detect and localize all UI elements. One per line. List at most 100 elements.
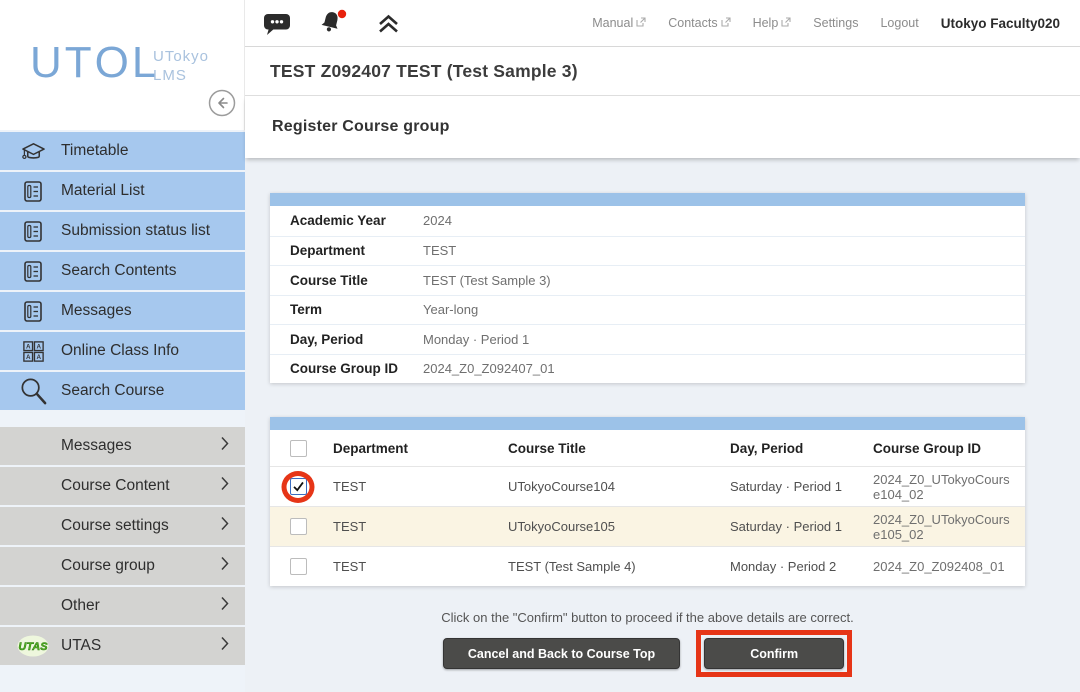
magnifier-icon (14, 376, 52, 407)
content-area: Academic Year2024DepartmentTESTCourse Ti… (245, 159, 1080, 692)
cell-department: TEST (326, 479, 508, 494)
cell-department: TEST (326, 559, 508, 574)
sidebar-item-label: Online Class Info (61, 342, 179, 360)
sidebar-item-search-course[interactable]: Search Course (0, 372, 245, 410)
detail-label: Course Group ID (270, 361, 423, 376)
chevron-right-icon (221, 477, 229, 496)
course-details-table: Academic Year2024DepartmentTESTCourse Ti… (270, 193, 1025, 383)
action-buttons: Cancel and Back to Course Top Confirm (270, 630, 1025, 677)
sidebar-item-timetable[interactable]: Timetable (0, 132, 245, 170)
checkbox-wrap (290, 478, 307, 495)
detail-label: Department (270, 243, 423, 258)
clipboard-icon (14, 259, 52, 284)
cell-course-group-id: 2024_Z0_UTokyoCourse105_02 (873, 512, 1025, 542)
sidebar-item-label: Timetable (61, 142, 128, 160)
sidebar-item-course-content[interactable]: Course Content (0, 467, 245, 505)
cell-day-period: Saturday · Period 1 (730, 519, 873, 534)
sidebar-item-messages[interactable]: Messages (0, 292, 245, 330)
column-header: Department (326, 441, 508, 456)
external-link-icon (636, 16, 646, 30)
topbar-link-settings[interactable]: Settings (813, 16, 858, 30)
grid-people-icon: AAAA (14, 339, 52, 364)
cell-course-group-id: 2024_Z0_Z092408_01 (873, 559, 1025, 574)
register-heading-bar: Register Course group (245, 96, 1080, 158)
svg-text:A: A (25, 354, 30, 361)
row-checkbox[interactable] (290, 558, 307, 575)
sidebar-item-label: Messages (61, 302, 132, 320)
detail-label: Day, Period (270, 332, 423, 347)
table-accent-bar (270, 417, 1025, 430)
clipboard-icon (14, 179, 52, 204)
sidebar-item-label: Course group (61, 557, 155, 575)
table-accent-bar (270, 193, 1025, 206)
clipboard-icon (14, 299, 52, 324)
notification-bell-icon[interactable] (318, 9, 350, 37)
svg-text:A: A (36, 354, 41, 361)
collapse-up-icon[interactable] (376, 13, 401, 34)
confirm-button[interactable]: Confirm (704, 638, 844, 669)
table-row: TESTUTokyoCourse105Saturday · Period 120… (270, 506, 1025, 546)
chevron-right-icon (221, 557, 229, 576)
checkbox-cell (270, 467, 326, 506)
detail-value: 2024_Z0_Z092407_01 (423, 361, 555, 376)
sidebar-item-messages[interactable]: Messages (0, 427, 245, 465)
utas-icon: UTAS (14, 634, 52, 658)
detail-label: Academic Year (270, 213, 423, 228)
topbar-link-contacts[interactable]: Contacts (668, 16, 730, 30)
topbar-link-manual[interactable]: Manual (592, 16, 646, 30)
topbar-link-label: Manual (592, 16, 633, 30)
detail-row-course-title: Course TitleTEST (Test Sample 3) (270, 265, 1025, 295)
detail-row-day-period: Day, PeriodMonday · Period 1 (270, 324, 1025, 354)
sidebar-item-submission-status-list[interactable]: Submission status list (0, 212, 245, 250)
topbar-link-label: Help (753, 16, 779, 30)
page-title: TEST Z092407 TEST (Test Sample 3) (270, 61, 578, 82)
column-header: Course Title (508, 441, 730, 456)
sidebar-item-search-contents[interactable]: Search Contents (0, 252, 245, 290)
sidebar-primary-menu: Timetable Material List Submission status … (0, 132, 245, 410)
sidebar-item-course-settings[interactable]: Course settings (0, 507, 245, 545)
message-icon[interactable] (263, 11, 292, 36)
topbar-link-label: Contacts (668, 16, 717, 30)
row-checkbox[interactable] (290, 518, 307, 535)
logo-area: UTOL UTokyo LMS (0, 0, 245, 130)
checkbox-wrap (290, 518, 307, 535)
detail-row-academic-year: Academic Year2024 (270, 206, 1025, 236)
sidebar-item-utas[interactable]: UTASUTAS (0, 627, 245, 665)
sidebar-item-online-class-info[interactable]: AAAA Online Class Info (0, 332, 245, 370)
external-link-icon (781, 16, 791, 30)
sidebar-item-label: Messages (61, 437, 132, 455)
cell-course-title: TEST (Test Sample 4) (508, 559, 730, 574)
cancel-button[interactable]: Cancel and Back to Course Top (443, 638, 680, 669)
cell-course-title: UTokyoCourse104 (508, 479, 730, 494)
column-header: Course Group ID (873, 441, 1025, 456)
sidebar-secondary-menu: Messages Course ContentCourse settings Cou… (0, 427, 245, 665)
sidebar-collapse-button[interactable] (208, 89, 236, 117)
svg-text:UTAS: UTAS (18, 641, 48, 653)
detail-label: Term (270, 302, 423, 317)
sidebar-item-label: Other (61, 597, 100, 615)
topbar: ManualContactsHelpSettingsLogoutUtokyo F… (245, 0, 1080, 47)
graduation-cap-icon (14, 140, 52, 163)
cell-course-title: UTokyoCourse105 (508, 519, 730, 534)
topbar-link-help[interactable]: Help (753, 16, 792, 30)
checkbox-cell (270, 547, 326, 586)
sidebar-item-material-list[interactable]: Material List (0, 172, 245, 210)
confirm-highlight-annotation: Confirm (696, 630, 852, 677)
cell-department: TEST (326, 519, 508, 534)
sidebar-item-other[interactable]: Other (0, 587, 245, 625)
detail-row-department: DepartmentTEST (270, 236, 1025, 266)
chevron-right-icon (221, 517, 229, 536)
sidebar-item-course-group[interactable]: Course group (0, 547, 245, 585)
row-checkbox[interactable] (290, 478, 307, 495)
topbar-link-logout[interactable]: Logout (880, 16, 918, 30)
topbar-link-label: Logout (880, 16, 918, 30)
sidebar-item-label: Submission status list (61, 222, 210, 240)
select-all-checkbox[interactable] (290, 440, 307, 457)
clipboard-icon (14, 219, 52, 244)
sidebar-item-label: Search Course (61, 382, 164, 400)
confirm-instruction-text: Click on the "Confirm" button to proceed… (270, 610, 1025, 625)
table-row: TESTTEST (Test Sample 4)Monday · Period … (270, 546, 1025, 586)
cell-day-period: Monday · Period 2 (730, 559, 873, 574)
course-title-bar: TEST Z092407 TEST (Test Sample 3) (245, 47, 1080, 96)
table-header-row: Department Course Title Day, Period Cour… (270, 430, 1025, 466)
